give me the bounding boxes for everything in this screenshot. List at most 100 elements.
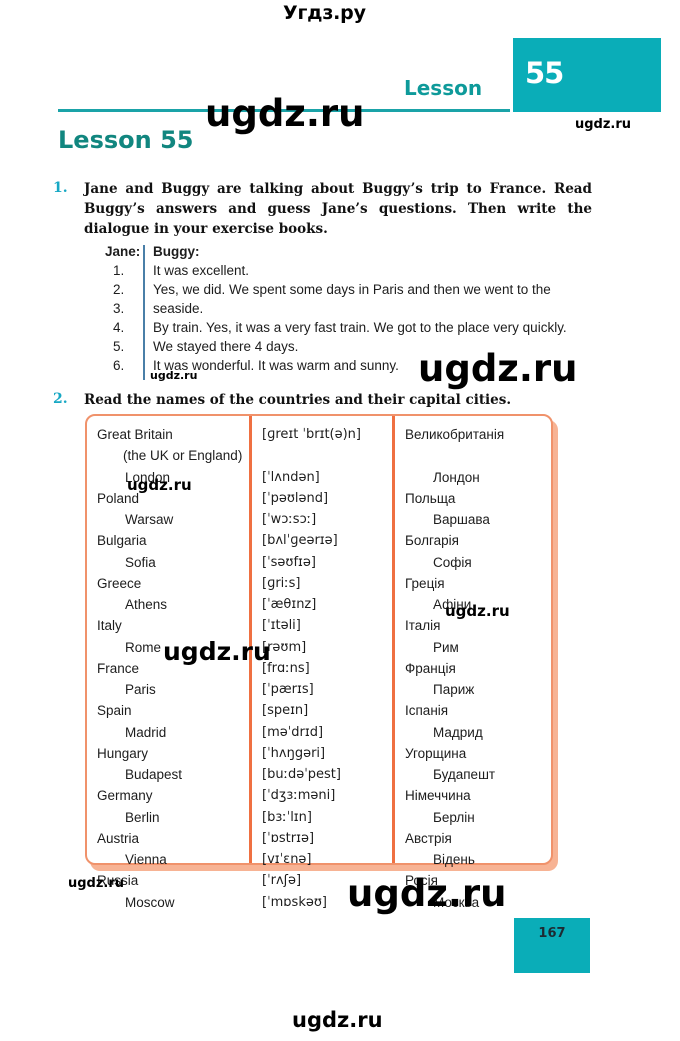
table-cell-ukrainian: Австрія xyxy=(405,830,452,846)
dialogue-col-jane: Jane: xyxy=(105,244,141,259)
dialogue-header-row: Jane: Buggy: xyxy=(105,244,605,263)
table-cell-english: Great Britain xyxy=(97,427,173,442)
dialogue-row-answer: seaside. xyxy=(153,301,204,316)
exercise-2-number: 2. xyxy=(53,391,68,407)
table-cell-english: Moscow xyxy=(125,894,175,910)
table-cell-ukrainian: Лондон xyxy=(433,469,480,485)
table-cell-transcription: [ˈhʌŋgəri] xyxy=(262,745,326,761)
table-cell-transcription: [bʌlˈɡeərɪə] xyxy=(262,533,338,549)
table-cell-english: Hungary xyxy=(97,745,149,761)
lesson-number-box-value: 55 xyxy=(525,56,564,90)
table-cell-ukrainian: Угорщина xyxy=(405,745,467,761)
page-number: 167 xyxy=(538,926,566,941)
table-cell-english: Budapest xyxy=(125,767,183,782)
table-cell-ukrainian: Росія xyxy=(405,873,438,889)
dialogue-row: 4. By train. Yes, it was a very fast trai… xyxy=(105,320,605,339)
dialogue-row: 1. It was excellent. xyxy=(105,263,605,282)
table-cell-ukrainian: Болгарія xyxy=(405,533,459,549)
header-rule xyxy=(58,109,510,112)
dialogue-row-number: 6. xyxy=(113,358,125,373)
table-cell-ukrainian: Афіни xyxy=(433,597,472,612)
table-divider-1 xyxy=(249,416,252,863)
table-cell-english: Greece xyxy=(97,575,142,591)
dialogue-table: Jane: Buggy: 1. It was excellent. 2. Yes, w… xyxy=(105,244,605,377)
table-cell-transcription xyxy=(262,445,387,466)
table-cell-ukrainian: Великобританія xyxy=(405,427,505,442)
dialogue-col-buggy: Buggy: xyxy=(153,244,200,259)
table-cell-transcription: [ˈæθɪnz] xyxy=(262,597,317,612)
table-cell-transcription: [ˈwɔːsɔː] xyxy=(262,512,317,527)
table-cell-english: London xyxy=(125,469,171,485)
dialogue-row: 5. We stayed there 4 days. xyxy=(105,339,605,358)
table-cell-transcription: [ɡreɪt ˈbrɪt(ə)n] xyxy=(262,427,361,442)
table-column-ukrainian: Великобританія Лондон Польща Варшава Болгар… xyxy=(405,424,545,913)
table-cell-transcription: [ˈrʌʃə] xyxy=(262,873,302,889)
table-cell-ukrainian: Німеччина xyxy=(405,788,471,804)
table-cell-ukrainian: Іспанія xyxy=(405,703,449,719)
table-cell-ukrainian: Франція xyxy=(405,660,456,676)
table-cell-transcription: [ˈmɒskəʊ] xyxy=(262,894,327,910)
table-cell-english: Spain xyxy=(97,703,132,719)
page-title: Lesson 55 xyxy=(58,126,194,154)
table-cell-ukrainian: Мадрид xyxy=(433,724,483,740)
watermark-header-large: ugdz.ru xyxy=(205,92,365,135)
table-cell-english: Poland xyxy=(97,490,140,506)
table-cell-english: France xyxy=(97,660,140,676)
table-column-transcription: [ɡreɪt ˈbrɪt(ə)n] [ˈlʌndən] [ˈpəʊlənd] [ˈw… xyxy=(262,424,387,913)
table-cell-transcription: [ɡriːs] xyxy=(262,575,301,591)
page-number-box: 167 xyxy=(514,918,590,973)
table-cell-english: Paris xyxy=(125,682,156,697)
table-cell-english: Vienna xyxy=(125,852,167,867)
watermark-header-small: ugdz.ru xyxy=(575,117,632,132)
dialogue-row-answer: It was excellent. xyxy=(153,263,250,278)
table-divider-2 xyxy=(392,416,395,863)
table-cell-english: Berlin xyxy=(125,809,160,825)
dialogue-row: 2. Yes, we did. We spent some days in Par… xyxy=(105,282,605,301)
table-cell-english: Bulgaria xyxy=(97,533,147,549)
dialogue-row-number: 4. xyxy=(113,320,125,335)
table-cell-transcription: [məˈdrɪd] xyxy=(262,724,324,740)
exercise-2-instruction: Read the names of the countries and thei… xyxy=(84,392,512,408)
exercise-1-instruction: Jane and Buggy are talking about Buggy’s… xyxy=(84,181,592,237)
table-cell-ukrainian xyxy=(405,445,545,466)
table-cell-english: Germany xyxy=(97,788,153,804)
dialogue-row-number: 5. xyxy=(113,339,125,354)
table-cell-transcription: [speɪn] xyxy=(262,703,309,719)
table-cell-english: Warsaw xyxy=(125,512,174,527)
table-cell-transcription: [ˈpəʊlənd] xyxy=(262,490,329,506)
table-cell-ukrainian: Відень xyxy=(433,852,475,867)
table-cell-transcription: [bɜːˈlɪn] xyxy=(262,809,312,825)
table-cell-english: Sofia xyxy=(125,554,156,570)
table-cell-ukrainian: Будапешт xyxy=(433,767,496,782)
table-cell-ukrainian: Рим xyxy=(433,639,459,655)
dialogue-row-answer: We stayed there 4 days. xyxy=(153,339,299,354)
table-cell-english: Rome xyxy=(125,639,162,655)
table-cell-ukrainian: Берлін xyxy=(433,809,475,825)
table-cell-transcription: [frɑːns] xyxy=(262,660,310,676)
table-cell-transcription: [vɪˈɛnə] xyxy=(262,852,312,867)
watermark-footer: ugdz.ru xyxy=(292,1008,383,1032)
table-cell-transcription: [ˈpærɪs] xyxy=(262,682,314,697)
table-cell-transcription: [ˈɪtəli] xyxy=(262,618,301,634)
dialogue-row: 6. It was wonderful. It was warm and sunn… xyxy=(105,358,605,377)
dialogue-row-number: 3. xyxy=(113,301,125,316)
table-cell-ukrainian: Париж xyxy=(433,682,475,697)
dialogue-row-answer: Yes, we did. We spent some days in Paris… xyxy=(153,282,551,297)
table-cell-transcription: [ˈlʌndən] xyxy=(262,469,320,485)
exercise-1-number: 1. xyxy=(53,180,68,196)
table-cell-transcription: [ˈdʒɜːməni] xyxy=(262,788,336,804)
dialogue-row-number: 2. xyxy=(113,282,125,297)
lesson-word-label: Lesson xyxy=(404,76,483,100)
dialogue-row-number: 1. xyxy=(113,263,125,278)
table-cell-transcription: [ˈɒstrɪə] xyxy=(262,830,315,846)
table-cell-ukrainian: Софія xyxy=(433,554,472,570)
dialogue-row: 3. seaside. xyxy=(105,301,605,320)
table-cell-ukrainian: Польща xyxy=(405,490,456,506)
dialogue-row-answer: By train. Yes, it was a very fast train.… xyxy=(153,320,567,335)
table-cell-english: Athens xyxy=(125,597,168,612)
table-cell-english: Russia xyxy=(97,873,139,889)
table-cell-ukrainian: Італія xyxy=(405,618,441,634)
watermark-top: Угдз.ру xyxy=(283,2,366,24)
table-cell-ukrainian: Варшава xyxy=(433,512,490,527)
table-cell-ukrainian: Москва xyxy=(433,894,480,910)
